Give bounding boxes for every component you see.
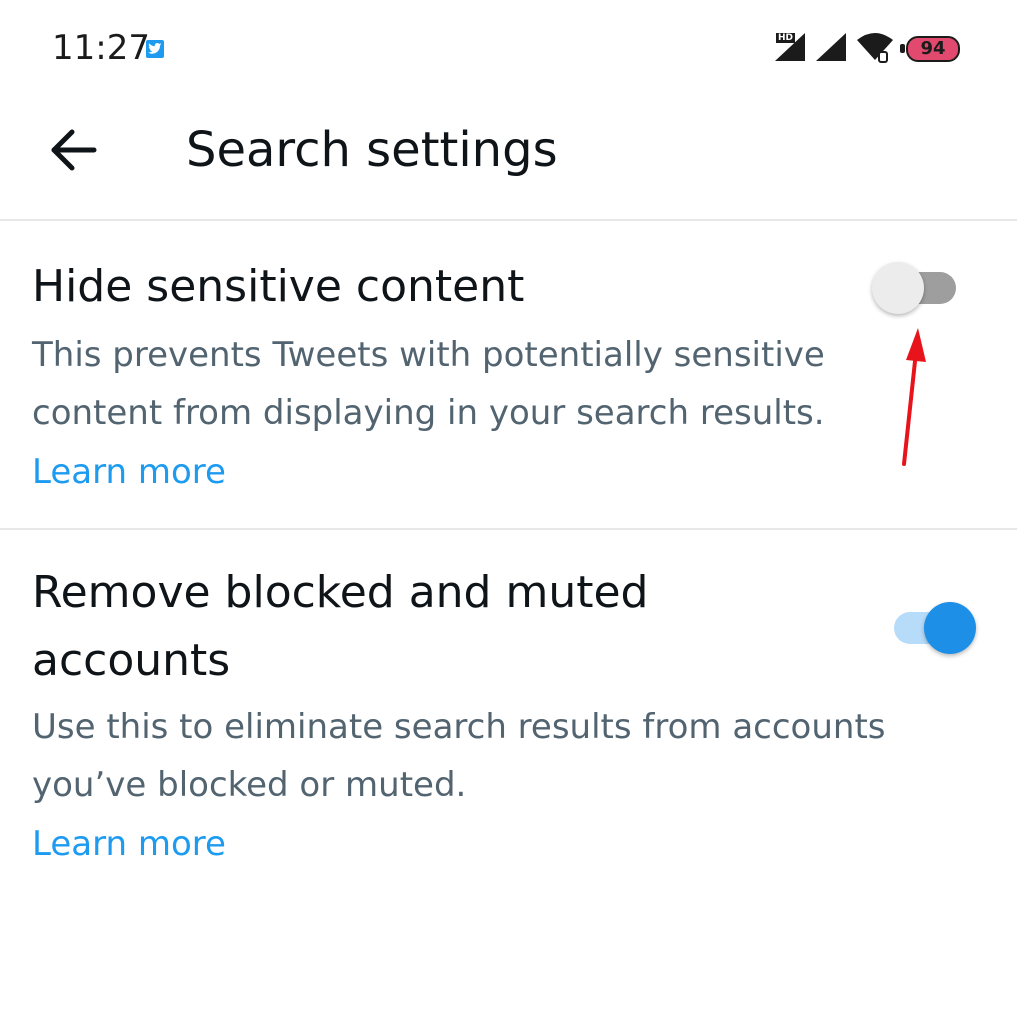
remove-blocked-muted-toggle[interactable] — [894, 596, 978, 656]
setting-remove-blocked-muted: Remove blocked and muted accounts Use th… — [0, 530, 1017, 890]
setting-hide-sensitive-content: Hide sensitive content This prevents Twe… — [0, 220, 1017, 528]
page-title: Search settings — [186, 122, 558, 178]
setting-title-line: Remove blocked and muted — [32, 567, 649, 618]
signal-hd-icon — [775, 33, 805, 61]
setting-description-line: content from displaying in your search r… — [32, 393, 825, 433]
toggle-thumb — [924, 602, 976, 654]
battery-tip — [900, 44, 905, 53]
setting-title-line: accounts — [32, 635, 231, 686]
battery-icon: 94 — [898, 36, 960, 62]
arrow-left-icon — [51, 129, 97, 171]
signal-icon — [816, 33, 846, 61]
twitter-notification-icon — [146, 40, 164, 58]
status-bar: 11:27 HD 94 — [0, 0, 1017, 100]
learn-more-link[interactable]: Learn more — [32, 815, 226, 873]
setting-description-line: Use this to eliminate search results fro… — [32, 707, 886, 747]
back-button[interactable] — [40, 120, 106, 180]
app-header: Search settings — [0, 100, 1017, 220]
wifi-icon — [857, 33, 893, 63]
hide-sensitive-content-toggle[interactable] — [872, 256, 956, 316]
setting-description-line: you’ve blocked or muted. — [32, 765, 467, 805]
status-time: 11:27 — [52, 28, 150, 68]
setting-description-line: This prevents Tweets with potentially se… — [32, 335, 825, 375]
annotation-arrow-icon — [902, 328, 926, 466]
learn-more-link[interactable]: Learn more — [32, 443, 226, 501]
battery-level: 94 — [920, 38, 946, 59]
toggle-thumb — [872, 262, 924, 314]
setting-title: Hide sensitive content — [32, 261, 525, 312]
